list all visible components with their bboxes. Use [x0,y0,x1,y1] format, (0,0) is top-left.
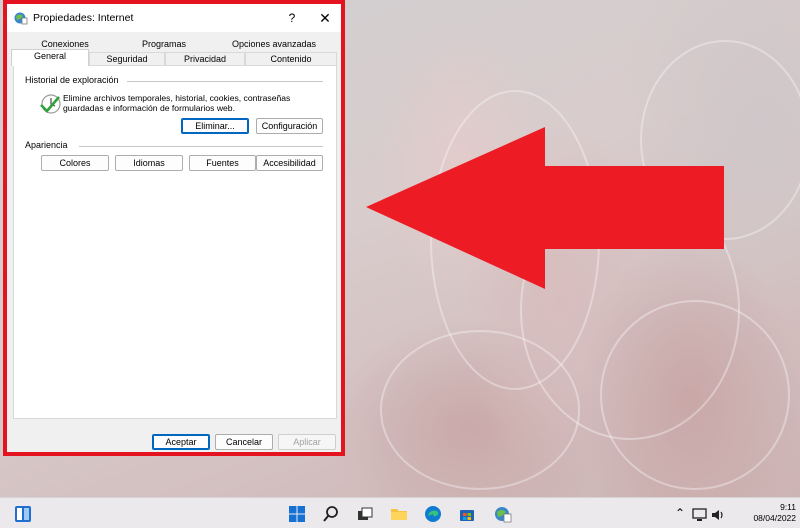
section-divider [127,81,323,82]
tab-privacidad[interactable]: Privacidad [165,52,245,66]
appearance-heading: Apariencia [25,140,68,150]
title-bar[interactable]: Propiedades: Internet ? ✕ [7,4,341,32]
section-divider [79,146,323,147]
internet-properties-dialog: Propiedades: Internet ? ✕ Conexiones Pro… [3,0,345,456]
volume-icon[interactable] [710,507,726,523]
colors-button[interactable]: Colores [41,155,109,171]
chevron-up-icon[interactable]: ⌃ [675,506,685,520]
internet-options-taskbar-icon[interactable] [494,505,512,523]
start-icon[interactable] [288,505,306,523]
tab-general[interactable]: General [11,49,89,66]
close-button[interactable]: ✕ [316,9,334,27]
history-settings-button[interactable]: Configuración [256,118,323,134]
tab-programas[interactable]: Programas [117,38,211,52]
window-title: Propiedades: Internet [33,12,134,24]
file-explorer-icon[interactable] [390,505,408,523]
browsing-history-heading: Historial de exploración [25,75,119,85]
task-view-icon[interactable] [356,505,374,523]
wallpaper-petal [600,300,790,490]
tab-opciones-avanzadas[interactable]: Opciones avanzadas [211,38,337,52]
browsing-history-description: Elimine archivos temporales, historial, … [63,93,291,113]
fonts-button[interactable]: Fuentes [189,155,256,171]
red-arrow-annotation [366,127,724,289]
widgets-icon[interactable] [14,505,32,523]
search-icon[interactable] [322,505,340,523]
tab-seguridad[interactable]: Seguridad [89,52,165,66]
internet-options-icon [14,12,28,25]
browsing-history-icon [40,94,61,114]
tab-contenido[interactable]: Contenido [245,52,337,66]
edge-icon[interactable] [424,505,442,523]
wallpaper-petal [380,330,580,490]
cancel-button[interactable]: Cancelar [215,434,273,450]
network-icon[interactable] [692,507,708,523]
help-button[interactable]: ? [283,9,301,27]
clock-time: 9:11 [780,502,796,512]
delete-history-button[interactable]: Eliminar... [181,118,249,134]
clock-date: 08/04/2022 [753,513,796,523]
ok-button[interactable]: Aceptar [152,434,210,450]
store-icon[interactable] [458,505,476,523]
languages-button[interactable]: Idiomas [115,155,183,171]
accessibility-button[interactable]: Accesibilidad [256,155,323,171]
apply-button[interactable]: Aplicar [278,434,336,450]
taskbar-clock[interactable]: 9:11 08/04/2022 [736,502,796,524]
